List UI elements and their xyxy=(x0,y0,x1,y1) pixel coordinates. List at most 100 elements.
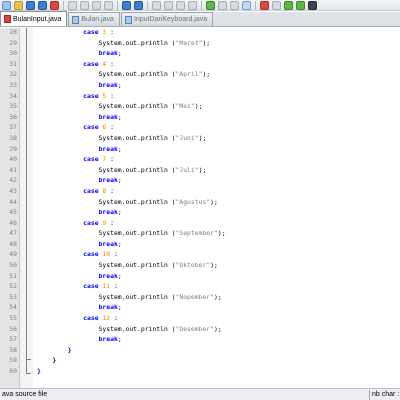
print-icon[interactable] xyxy=(68,0,77,10)
paste-icon[interactable] xyxy=(104,0,113,10)
code-line[interactable]: 53 System.out.println ("Nopember"); xyxy=(0,292,400,303)
code-line[interactable]: 45 break; xyxy=(0,207,400,218)
code-text: ); xyxy=(214,292,222,301)
line-number: 36 xyxy=(9,112,17,121)
line-number: 33 xyxy=(9,80,17,89)
code-line[interactable]: 54 break; xyxy=(0,302,400,313)
new-file-icon[interactable] xyxy=(2,0,11,10)
tab-bulaninput-java[interactable]: BulanInput.java xyxy=(0,11,68,26)
copy-icon[interactable] xyxy=(92,0,101,10)
code-line[interactable]: 33 break; xyxy=(0,80,400,91)
code-line[interactable]: 34 case 5 : xyxy=(0,91,400,102)
cut-icon[interactable] xyxy=(80,0,89,10)
status-divider xyxy=(369,390,370,400)
macro-record-icon[interactable] xyxy=(260,0,269,10)
code-text: ); xyxy=(214,324,222,333)
code-line[interactable]: 43 case 8 : xyxy=(0,186,400,197)
code-line[interactable]: 40 case 7 : xyxy=(0,154,400,165)
code-content: System.out.println ("Nopember"); xyxy=(37,292,222,303)
keyword-token: break xyxy=(98,80,118,89)
code-line[interactable]: 29 System.out.println ("Maret"); xyxy=(0,38,400,49)
line-number: 46 xyxy=(9,218,17,227)
code-line[interactable]: 35 System.out.println ("Mei"); xyxy=(0,101,400,112)
wrap-icon[interactable] xyxy=(218,0,227,10)
replace-icon[interactable] xyxy=(164,0,173,10)
code-content: case 11 : xyxy=(37,281,118,292)
save-icon[interactable] xyxy=(26,0,35,10)
number-token: 10 xyxy=(102,250,111,259)
sync-icon[interactable] xyxy=(206,0,215,10)
code-line[interactable]: 44 System.out.println ("Agustus"); xyxy=(0,197,400,208)
toolbar-separator xyxy=(117,0,118,10)
code-line[interactable]: 56 System.out.println ("Desember"); xyxy=(0,324,400,335)
code-line[interactable]: 30 break; xyxy=(0,48,400,59)
line-number: 31 xyxy=(9,59,17,68)
zoom-in-icon[interactable] xyxy=(176,0,185,10)
code-content: break; xyxy=(37,48,122,59)
keyword-token: case xyxy=(83,218,99,227)
indent-guide-icon[interactable] xyxy=(230,0,239,10)
brace-token: } xyxy=(67,345,72,354)
redo-icon[interactable] xyxy=(134,0,143,10)
macro-stop-icon[interactable] xyxy=(272,0,281,10)
tab-inputdarikeyboard-java[interactable]: InputDariKeyboard.java xyxy=(120,12,214,26)
code-content: break; xyxy=(37,144,122,155)
code-line[interactable]: 28 case 3 : xyxy=(0,28,400,38)
macro-play-icon[interactable] xyxy=(284,0,293,10)
code-line[interactable]: 51 break; xyxy=(0,271,400,282)
toolbar-separator xyxy=(147,0,148,10)
code-text: System.out.println ( xyxy=(37,165,176,174)
string-token: "Juli" xyxy=(175,165,199,174)
code-line[interactable]: 38 System.out.println ("Juni"); xyxy=(0,133,400,144)
code-line[interactable]: 31 case 4 : xyxy=(0,59,400,70)
macro-save-icon[interactable] xyxy=(308,0,317,10)
zoom-out-icon[interactable] xyxy=(188,0,197,10)
keyword-token: break xyxy=(98,112,118,121)
code-line[interactable]: 55 case 12 : xyxy=(0,313,400,324)
code-content: System.out.println ("April"); xyxy=(37,69,211,80)
code-text: : xyxy=(106,123,114,132)
save-all-icon[interactable] xyxy=(38,0,47,10)
code-line[interactable]: 37 case 6 : xyxy=(0,122,400,133)
code-line[interactable]: 36 break; xyxy=(0,112,400,123)
code-line[interactable]: 60} xyxy=(0,366,400,377)
code-line[interactable]: 47 System.out.println ("September"); xyxy=(0,228,400,239)
tab-bulan-java[interactable]: Bulan.java xyxy=(68,12,120,26)
line-number: 44 xyxy=(9,197,17,206)
code-line[interactable]: 59 } xyxy=(0,355,400,366)
code-line[interactable]: 41 System.out.println ("Juli"); xyxy=(0,165,400,176)
show-all-icon[interactable] xyxy=(242,0,251,10)
code-text: ; xyxy=(117,335,122,344)
code-text: : xyxy=(106,218,114,227)
code-line[interactable]: 46 case 9 : xyxy=(0,218,400,229)
code-line[interactable]: 39 break; xyxy=(0,144,400,155)
code-line[interactable]: 32 System.out.println ("April"); xyxy=(0,69,400,80)
code-line[interactable]: 42 break; xyxy=(0,175,400,186)
line-number: 56 xyxy=(9,324,17,333)
string-token: "Oktober" xyxy=(175,261,211,270)
code-line[interactable]: 52 case 11 : xyxy=(0,281,400,292)
code-content: System.out.println ("Juni"); xyxy=(37,133,207,144)
open-file-icon[interactable] xyxy=(14,0,23,10)
code-line[interactable]: 48 break; xyxy=(0,239,400,250)
undo-icon[interactable] xyxy=(122,0,131,10)
code-content: break; xyxy=(37,302,122,313)
code-line[interactable]: 49 case 10 : xyxy=(0,249,400,260)
line-number: 53 xyxy=(9,292,17,301)
code-editor[interactable]: 28 case 3 :29 System.out.println ("Maret… xyxy=(0,28,400,388)
find-icon[interactable] xyxy=(152,0,161,10)
macro-play-multi-icon[interactable] xyxy=(296,0,305,10)
brace-token: } xyxy=(52,356,57,365)
code-text: System.out.println ( xyxy=(37,292,176,301)
line-number: 34 xyxy=(9,91,17,100)
tab-label: BulanInput.java xyxy=(13,15,62,23)
keyword-token: break xyxy=(98,335,118,344)
code-line[interactable]: 50 System.out.println ("Oktober"); xyxy=(0,260,400,271)
close-icon[interactable] xyxy=(50,0,59,10)
code-line[interactable]: 58 } xyxy=(0,345,400,356)
line-number: 48 xyxy=(9,239,17,248)
code-line[interactable]: 57 break; xyxy=(0,334,400,345)
code-text: System.out.println ( xyxy=(37,133,176,142)
